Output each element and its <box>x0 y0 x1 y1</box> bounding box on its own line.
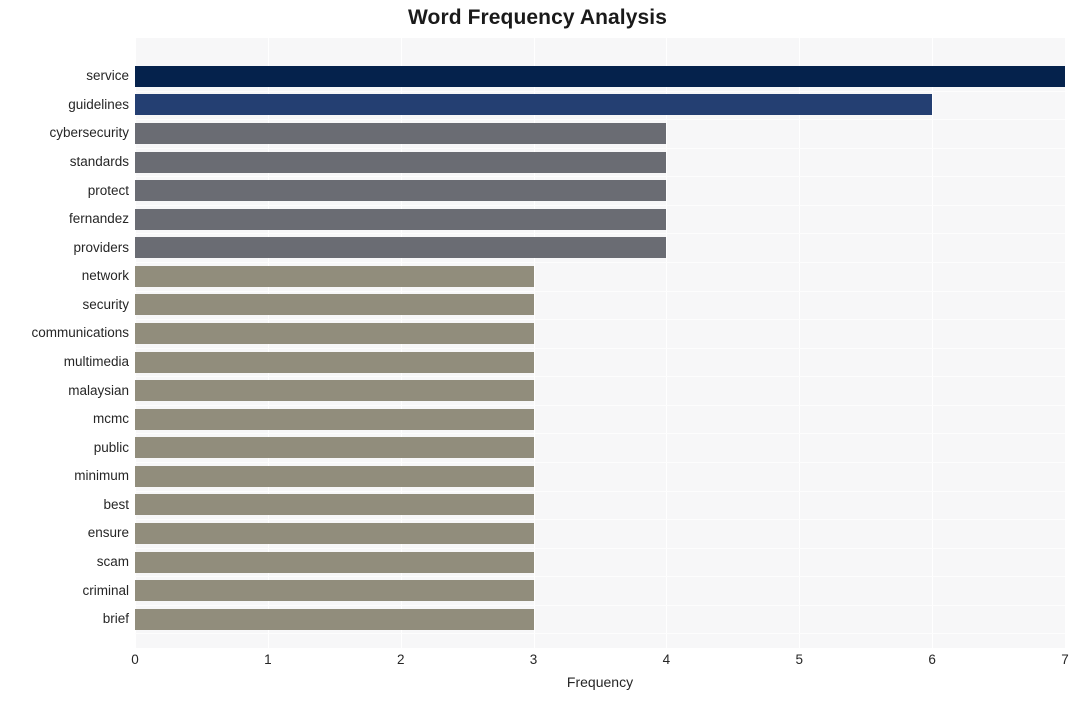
bar[interactable] <box>135 608 534 630</box>
chart-title: Word Frequency Analysis <box>407 6 668 29</box>
y-tick-label: brief <box>102 611 129 627</box>
bar[interactable] <box>135 265 534 287</box>
bar[interactable] <box>135 322 534 344</box>
x-axis-title: Frequency <box>566 674 634 690</box>
bar[interactable] <box>135 465 534 487</box>
bar[interactable] <box>135 551 534 573</box>
y-tick-label: scam <box>96 554 129 569</box>
y-tick-label: ensure <box>87 525 129 541</box>
y-tick-label: service <box>86 68 129 84</box>
y-tick-label: guidelines <box>68 96 129 112</box>
y-tick-label: minimum <box>74 468 129 484</box>
y-tick-label: mcmc <box>93 411 129 427</box>
bar[interactable] <box>135 65 1065 87</box>
gridline-vertical <box>1065 38 1066 648</box>
plot-area <box>135 38 1066 648</box>
y-tick-label: network <box>81 268 129 284</box>
bar[interactable] <box>135 122 667 144</box>
bar[interactable] <box>135 522 534 544</box>
y-tick-label: criminal <box>82 582 129 598</box>
x-tick-label: 7 <box>1061 652 1069 667</box>
y-tick-label: cybersecurity <box>49 125 129 141</box>
y-tick-label: standards <box>69 154 129 169</box>
y-tick-label: fernandez <box>68 211 129 227</box>
bar[interactable] <box>135 294 534 316</box>
x-tick-label: 2 <box>396 652 405 667</box>
bar[interactable] <box>135 580 534 602</box>
bar[interactable] <box>135 151 667 173</box>
x-tick-label: 4 <box>662 652 671 667</box>
y-tick-label: protect <box>87 182 129 198</box>
bar[interactable] <box>135 94 933 116</box>
bar[interactable] <box>135 380 534 402</box>
bar[interactable] <box>135 494 534 516</box>
bars-layer <box>135 38 1065 648</box>
word-frequency-chart-figure: Word Frequency Analysis service guideline… <box>0 0 1075 701</box>
x-axis-tick-labels: 0 1 2 3 4 5 6 7 <box>0 652 1075 674</box>
y-tick-label: security <box>82 296 129 312</box>
x-tick-label: 0 <box>131 652 139 667</box>
bar[interactable] <box>135 437 534 459</box>
bar[interactable] <box>135 408 534 430</box>
y-tick-label: multimedia <box>63 354 129 369</box>
bar[interactable] <box>135 237 667 259</box>
bar[interactable] <box>135 351 534 373</box>
x-tick-label: 3 <box>529 652 538 667</box>
bar[interactable] <box>135 180 667 202</box>
bar[interactable] <box>135 208 667 230</box>
y-axis-tick-labels: service guidelines cybersecurity standards p… <box>0 38 129 648</box>
y-tick-label: providers <box>73 239 129 255</box>
y-tick-label: public <box>93 439 129 455</box>
y-tick-label: malaysian <box>68 382 129 398</box>
x-tick-label: 6 <box>928 652 936 667</box>
x-tick-label: 1 <box>264 652 272 667</box>
x-tick-label: 5 <box>795 652 804 667</box>
y-tick-label: best <box>103 496 129 512</box>
y-tick-label: communications <box>31 325 129 341</box>
